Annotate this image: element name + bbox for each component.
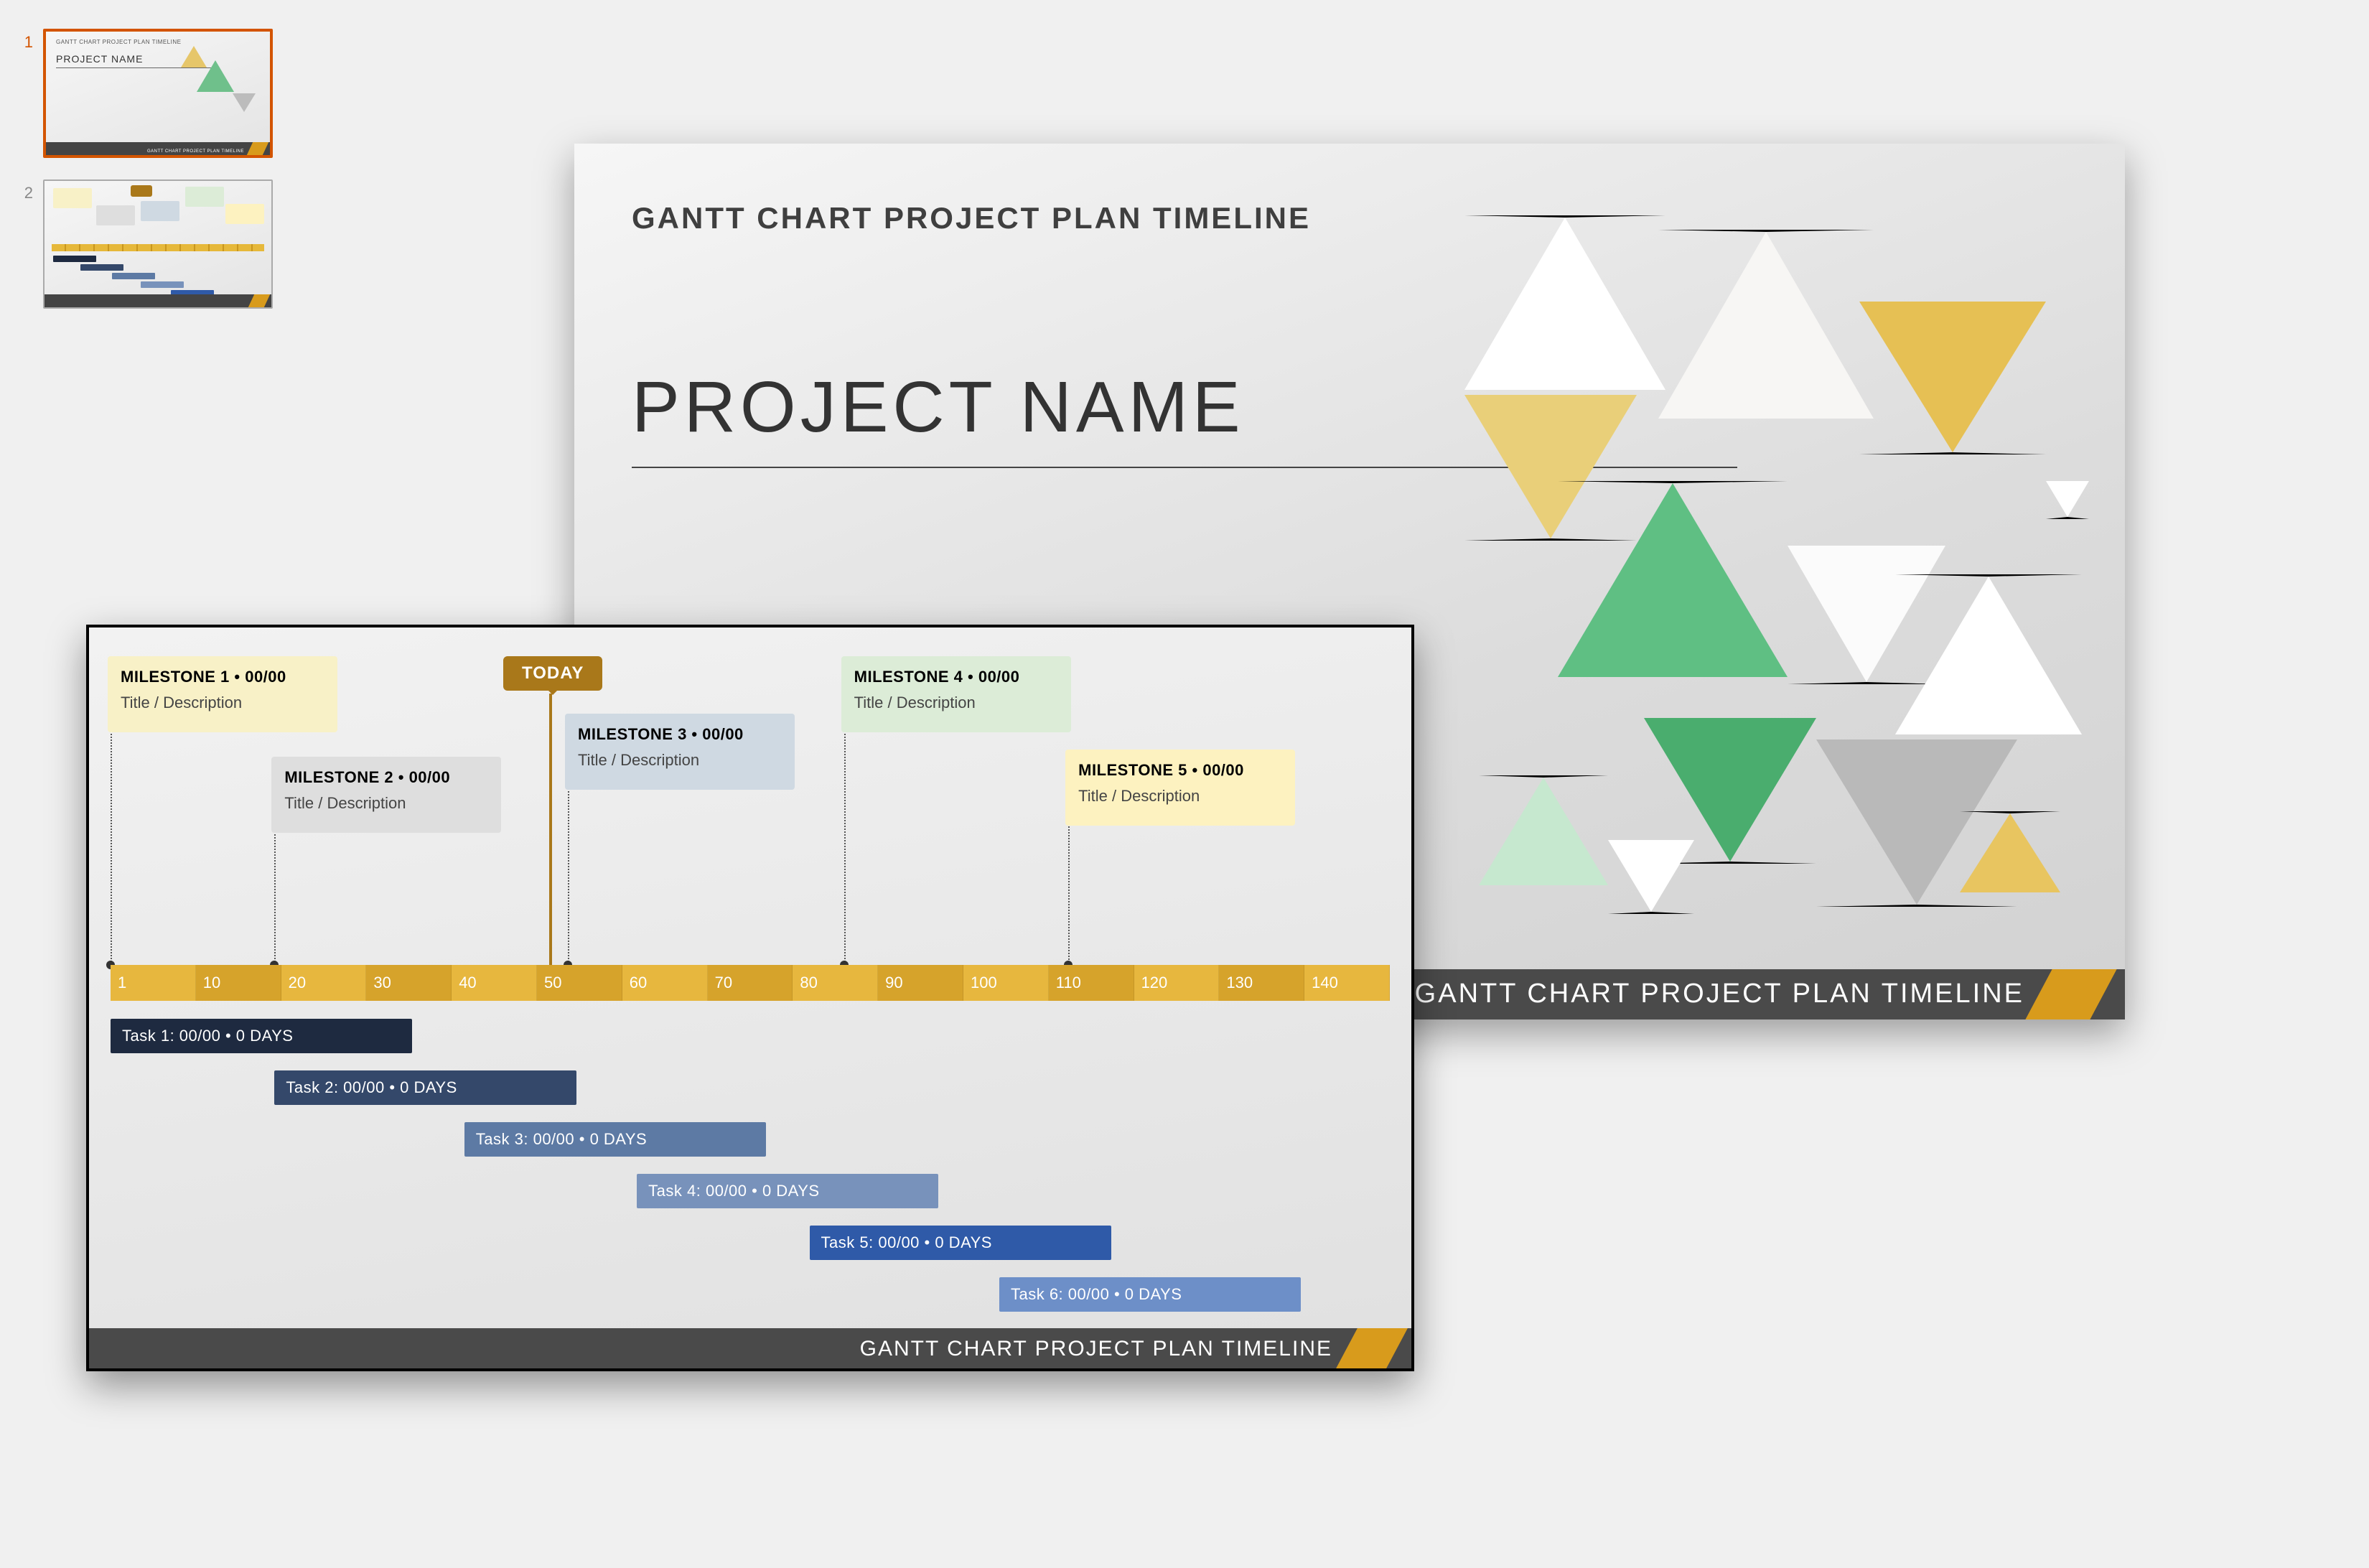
triangle-icon (1859, 302, 2046, 454)
day-cell: 110 (1049, 965, 1134, 1001)
milestone-desc: Title / Description (854, 694, 1058, 712)
milestone-card[interactable]: MILESTONE 4 • 00/00 Title / Description (841, 656, 1071, 732)
day-cell: 140 (1304, 965, 1390, 1001)
thumb1-header: GANTT CHART PROJECT PLAN TIMELINE (56, 39, 181, 45)
thumb-number-1: 1 (14, 29, 43, 52)
thumb-task-bar (80, 264, 123, 271)
milestone-title: MILESTONE 2 • 00/00 (284, 768, 488, 787)
slide1-header: GANTT CHART PROJECT PLAN TIMELINE (632, 201, 1311, 235)
footer-accent-icon (2025, 969, 2116, 1019)
thumb2-footer-bar (45, 294, 271, 307)
day-cell: 120 (1134, 965, 1220, 1001)
day-cell: 50 (537, 965, 622, 1001)
footer-accent-icon (1336, 1328, 1408, 1368)
thumb1-footer-text: GANTT CHART PROJECT PLAN TIMELINE (147, 149, 244, 154)
milestone-desc: Title / Description (121, 694, 324, 712)
triangle-icon (1558, 481, 1788, 677)
triangle-icon (2046, 481, 2089, 519)
milestone-title: MILESTONE 3 • 00/00 (578, 725, 782, 744)
day-cell: 90 (878, 965, 963, 1001)
milestone-card[interactable]: MILESTONE 2 • 00/00 Title / Description (271, 757, 501, 833)
milestone-card[interactable]: MILESTONE 1 • 00/00 Title / Description (108, 656, 337, 732)
task-bar[interactable]: Task 5: 00/00 • 0 DAYS (810, 1226, 1111, 1260)
thumb-milestone-icon (141, 201, 179, 221)
triangle-icon (181, 46, 207, 67)
slide-canvas-2-gantt[interactable]: MILESTONE 1 • 00/00Title / DescriptionMI… (86, 625, 1414, 1371)
milestone-title: MILESTONE 4 • 00/00 (854, 668, 1058, 686)
slide2-footer-text: GANTT CHART PROJECT PLAN TIMELINE (860, 1337, 1332, 1361)
day-cell: 100 (963, 965, 1049, 1001)
task-bar[interactable]: Task 2: 00/00 • 0 DAYS (274, 1070, 576, 1105)
day-cell: 20 (281, 965, 367, 1001)
triangle-icon (1464, 215, 1665, 390)
thumb-number-2: 2 (14, 179, 43, 202)
triangle-icon (233, 93, 256, 112)
slide-thumbnail-1[interactable]: GANTT CHART PROJECT PLAN TIMELINE PROJEC… (43, 29, 273, 158)
slide2-footer-bar: GANTT CHART PROJECT PLAN TIMELINE (89, 1328, 1411, 1368)
thumb-task-bar (141, 281, 184, 288)
day-cell: 70 (708, 965, 793, 1001)
slide1-title: PROJECT NAME (632, 366, 1245, 449)
day-cell: 60 (622, 965, 708, 1001)
slide-thumbnail-2[interactable] (43, 179, 273, 309)
day-cell: 30 (366, 965, 452, 1001)
day-cell: 80 (793, 965, 878, 1001)
task-bar[interactable]: Task 1: 00/00 • 0 DAYS (111, 1019, 412, 1053)
thumb-today-icon (131, 185, 152, 197)
thumb-task-bar (112, 273, 155, 279)
thumb1-title: PROJECT NAME (56, 53, 143, 65)
thumb-milestone-icon (185, 187, 224, 207)
day-cell: 1 (111, 965, 196, 1001)
triangle-icon (1479, 775, 1608, 885)
thumb-milestone-icon (96, 205, 135, 225)
task-bar[interactable]: Task 3: 00/00 • 0 DAYS (464, 1122, 766, 1157)
thumb-day-strip (52, 244, 264, 251)
day-cell: 10 (196, 965, 281, 1001)
day-cell: 130 (1219, 965, 1304, 1001)
thumb-milestone-icon (225, 204, 264, 224)
triangle-icon (1960, 811, 2060, 892)
milestone-title: MILESTONE 1 • 00/00 (121, 668, 324, 686)
task-bar[interactable]: Task 6: 00/00 • 0 DAYS (999, 1277, 1301, 1312)
milestone-desc: Title / Description (1078, 787, 1282, 806)
milestone-card[interactable]: MILESTONE 3 • 00/00 Title / Description (565, 714, 795, 790)
task-bar[interactable]: Task 4: 00/00 • 0 DAYS (637, 1174, 938, 1208)
thumb-task-bar (53, 256, 96, 262)
today-marker: TODAY (503, 656, 602, 691)
milestone-desc: Title / Description (284, 794, 488, 813)
day-cell: 40 (452, 965, 537, 1001)
thumb-milestone-icon (53, 188, 92, 208)
triangle-icon (1895, 574, 2082, 734)
slide1-footer-text: GANTT CHART PROJECT PLAN TIMELINE (1415, 979, 2024, 1009)
today-line (549, 694, 552, 1001)
today-label: TODAY (522, 663, 584, 683)
milestone-desc: Title / Description (578, 751, 782, 770)
triangle-icon (1608, 840, 1694, 914)
day-scale: 1102030405060708090100110120130140 (111, 965, 1390, 1001)
milestone-title: MILESTONE 5 • 00/00 (1078, 761, 1282, 780)
triangle-icon (1658, 230, 1874, 419)
milestone-card[interactable]: MILESTONE 5 • 00/00 Title / Description (1065, 750, 1295, 826)
thumb1-rule (56, 67, 220, 68)
